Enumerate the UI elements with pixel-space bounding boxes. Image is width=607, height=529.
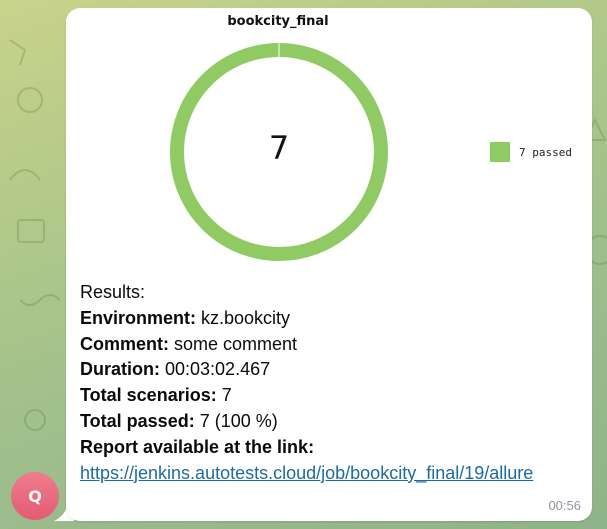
report-line-duration: Duration: 00:03:02.467	[80, 357, 580, 383]
avatar-initial: Q	[28, 486, 42, 506]
environment-value: kz.bookcity	[196, 307, 291, 328]
comment-value: some comment	[169, 333, 298, 354]
total-scenarios-value: 7	[216, 385, 232, 406]
report-link-label: Report available at the link:	[80, 436, 315, 457]
environment-label: Environment:	[80, 307, 197, 328]
duration-label: Duration:	[80, 359, 160, 380]
report-link[interactable]: https://jenkins.autotests.cloud/job/book…	[80, 461, 570, 487]
report-line-total-passed: Total passed: 7 (100 %)	[80, 409, 580, 435]
report-text: Results: Environment: kz.bookcity Commen…	[80, 280, 580, 486]
report-line-environment: Environment: kz.bookcity	[80, 306, 580, 332]
total-passed-value: 7 (100 %)	[194, 410, 278, 431]
total-scenarios-label: Total scenarios:	[80, 385, 217, 406]
message-timestamp: 00:56	[548, 498, 581, 513]
results-heading: Results:	[80, 282, 146, 302]
legend-label-passed: 7 passed	[519, 145, 572, 159]
legend-swatch-passed	[490, 142, 510, 162]
sender-avatar[interactable]: Q	[11, 472, 59, 520]
message-bubble: bookcity_final 7 7 passed Results: Envir…	[66, 8, 592, 521]
duration-value: 00:03:02.467	[160, 359, 271, 380]
donut-chart: bookcity_final 7 7 passed	[66, 8, 592, 278]
comment-label: Comment:	[80, 333, 169, 354]
chart-legend: 7 passed	[490, 142, 572, 162]
report-line-total-scenarios: Total scenarios: 7	[80, 383, 580, 409]
report-line-link-label: Report available at the link:	[80, 435, 580, 461]
donut-center-value: 7	[268, 129, 290, 167]
total-passed-label: Total passed:	[80, 410, 195, 431]
report-line-comment: Comment: some comment	[80, 332, 580, 358]
